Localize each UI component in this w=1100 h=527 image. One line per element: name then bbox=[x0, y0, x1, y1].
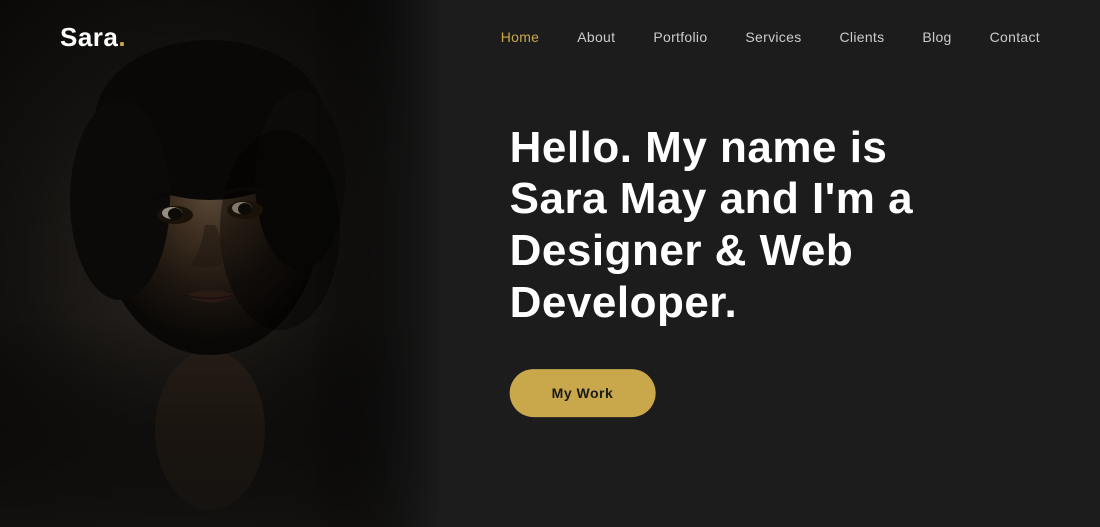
hero-heading-line3: Designer & Web bbox=[510, 226, 854, 275]
portrait-svg bbox=[0, 0, 440, 527]
nav-link-clients[interactable]: Clients bbox=[840, 29, 885, 45]
hero-heading-line2: Sara May and I'm a bbox=[510, 175, 913, 224]
nav-links: Home About Portfolio Services Clients Bl… bbox=[501, 29, 1040, 47]
logo-dot: . bbox=[118, 22, 126, 52]
site-logo[interactable]: Sara. bbox=[60, 22, 126, 53]
nav-item-contact[interactable]: Contact bbox=[990, 29, 1040, 47]
nav-item-portfolio[interactable]: Portfolio bbox=[653, 29, 707, 47]
navbar: Sara. Home About Portfolio Services Clie… bbox=[0, 0, 1100, 75]
nav-link-portfolio[interactable]: Portfolio bbox=[653, 29, 707, 45]
nav-link-home[interactable]: Home bbox=[501, 29, 540, 45]
hero-heading-line1: Hello. My name is bbox=[510, 123, 888, 172]
hero-heading: Hello. My name is Sara May and I'm a Des… bbox=[510, 122, 913, 330]
nav-link-blog[interactable]: Blog bbox=[922, 29, 951, 45]
nav-link-about[interactable]: About bbox=[577, 29, 615, 45]
nav-item-about[interactable]: About bbox=[577, 29, 615, 47]
hero-content: Hello. My name is Sara May and I'm a Des… bbox=[510, 122, 913, 418]
cta-button[interactable]: My Work bbox=[510, 369, 656, 417]
nav-item-services[interactable]: Services bbox=[745, 29, 801, 47]
nav-item-blog[interactable]: Blog bbox=[922, 29, 951, 47]
nav-item-clients[interactable]: Clients bbox=[840, 29, 885, 47]
page-wrapper: Sara. Home About Portfolio Services Clie… bbox=[0, 0, 1100, 527]
nav-link-contact[interactable]: Contact bbox=[990, 29, 1040, 45]
hero-heading-line4: Developer. bbox=[510, 278, 738, 327]
nav-link-services[interactable]: Services bbox=[745, 29, 801, 45]
logo-text: Sara bbox=[60, 22, 118, 52]
nav-item-home[interactable]: Home bbox=[501, 29, 540, 47]
hero-image bbox=[0, 0, 440, 527]
